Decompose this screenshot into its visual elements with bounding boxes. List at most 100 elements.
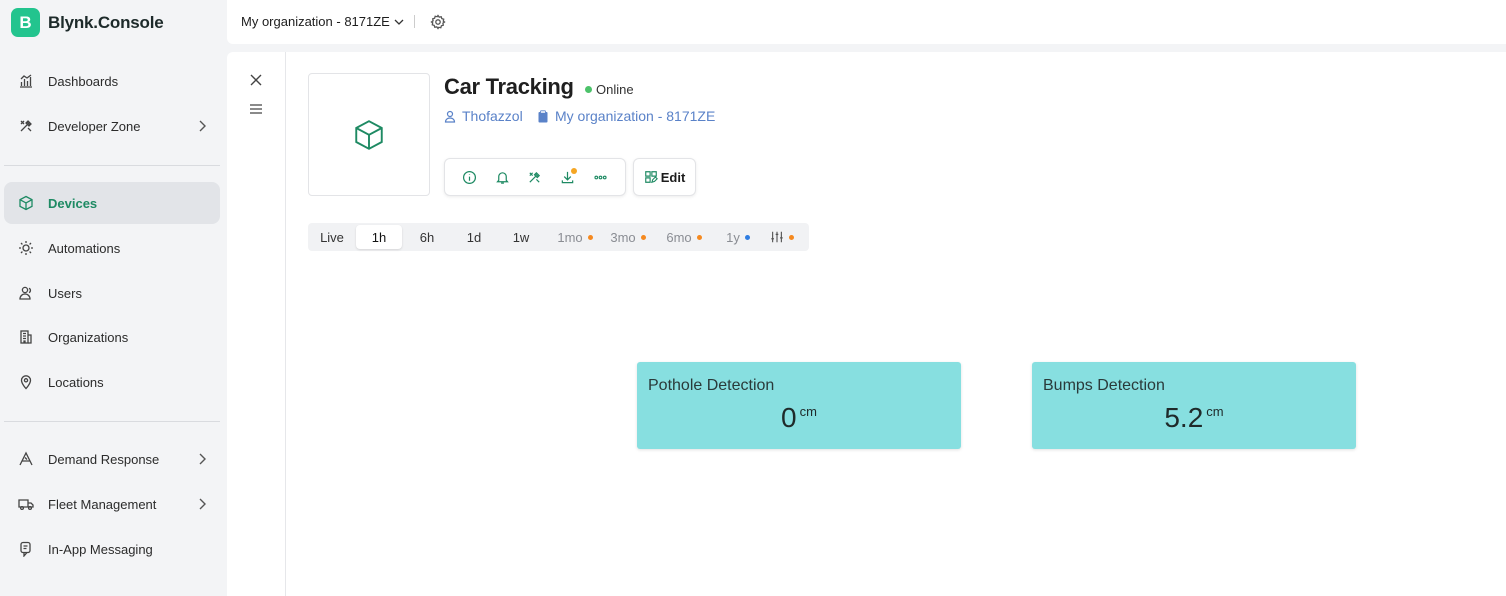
range-1mo[interactable]: 1mo (547, 225, 603, 249)
sidebar-item-users[interactable]: Users (4, 272, 220, 314)
sidebar-item-label: Developer Zone (48, 118, 141, 134)
time-range-selector: Live 1h 6h 1d 1w 1mo 3mo 6mo 1y (308, 223, 809, 251)
bar-chart-icon (18, 73, 34, 89)
sidebar-item-label: Organizations (48, 329, 129, 345)
app-logo[interactable]: B Blynk.Console (11, 8, 164, 37)
range-label: 3mo (610, 229, 636, 245)
sidebar-item-demand-response[interactable]: Demand Response (4, 438, 220, 480)
widget-value: 0 (781, 402, 797, 433)
range-custom[interactable] (764, 225, 800, 249)
user-icon (444, 110, 456, 123)
close-icon[interactable] (248, 72, 264, 88)
notification-dot (570, 168, 577, 174)
widget-value: 5.2 (1164, 402, 1204, 433)
cube-icon (18, 195, 34, 211)
sidebar-item-label: Devices (48, 195, 98, 211)
premium-dot (789, 234, 794, 240)
organization-name: My organization - 8171ZE (241, 14, 390, 29)
sidebar-item-devices[interactable]: Devices (4, 182, 220, 224)
sidebar-item-automations[interactable]: Automations (4, 227, 220, 269)
sidebar-item-dashboards[interactable]: Dashboards (4, 60, 220, 102)
device-action-toolbar (444, 158, 626, 196)
building-icon (18, 329, 34, 345)
sidebar-divider (4, 421, 220, 422)
chevron-right-icon (194, 496, 210, 512)
sidebar-item-label: Dashboards (48, 73, 119, 89)
app-title: Blynk.Console (48, 12, 164, 32)
premium-dot (696, 234, 702, 240)
device-owner: Thofazzol (462, 108, 523, 124)
menu-icon[interactable] (248, 101, 264, 117)
range-6mo[interactable]: 6mo (661, 225, 707, 249)
signal-icon (18, 451, 34, 467)
widget-value-display: 0 cm (637, 402, 961, 434)
sidebar-item-label: In-App Messaging (48, 541, 153, 557)
widget-unit: cm (799, 404, 817, 419)
sidebar-item-label: Fleet Management (48, 496, 157, 512)
sidebar-item-fleet-management[interactable]: Fleet Management (4, 483, 220, 525)
sidebar-item-label: Users (48, 285, 82, 301)
status-dot (585, 86, 592, 93)
sidebar-item-label: Demand Response (48, 451, 160, 467)
range-label: 1w (512, 229, 530, 245)
chevron-right-icon (194, 451, 210, 467)
premium-dot (587, 234, 593, 240)
status-badge: Online (585, 82, 634, 97)
range-1w[interactable]: 1w (499, 225, 543, 249)
main-content: Car Tracking Online Thofazzol My organiz… (227, 52, 1506, 596)
range-live[interactable]: Live (312, 225, 352, 249)
clipboard-icon (538, 109, 548, 122)
premium-dot (640, 234, 646, 240)
widget-unit: cm (1206, 404, 1224, 419)
users-icon (18, 285, 34, 301)
download-icon[interactable] (558, 167, 578, 187)
sidebar-item-label: Automations (48, 240, 121, 256)
cube-icon (355, 119, 383, 150)
sidebar-divider (4, 165, 220, 166)
logo-mark: B (11, 8, 40, 37)
range-3mo[interactable]: 3mo (605, 225, 651, 249)
panel-divider (285, 52, 286, 596)
device-title: Car Tracking (444, 74, 574, 99)
bell-icon[interactable] (492, 167, 512, 187)
sliders-icon (771, 231, 783, 243)
range-label: 1h (371, 229, 387, 245)
range-label: 6h (419, 229, 435, 245)
edit-label: Edit (660, 169, 686, 185)
device-image (308, 73, 430, 196)
sidebar-item-locations[interactable]: Locations (4, 361, 220, 403)
range-label: Live (320, 229, 344, 245)
organization-selector[interactable]: My organization - 8171ZE (241, 14, 405, 29)
chevron-right-icon (194, 118, 210, 134)
pothole-detection-widget: Pothole Detection 0 cm (637, 362, 961, 449)
edit-button[interactable]: Edit (633, 158, 696, 196)
range-label: 1d (466, 229, 482, 245)
sidebar-item-developer-zone[interactable]: Developer Zone (4, 105, 220, 147)
range-label: 1mo (557, 229, 583, 245)
map-pin-icon (18, 374, 34, 390)
sidebar-item-organizations[interactable]: Organizations (4, 316, 220, 358)
range-6h[interactable]: 6h (405, 225, 449, 249)
device-organization-link[interactable]: My organization - 8171ZE (537, 108, 715, 124)
range-1d[interactable]: 1d (452, 225, 496, 249)
widget-title: Pothole Detection (648, 377, 775, 394)
tools-icon[interactable] (525, 167, 545, 187)
chevron-down-icon (394, 19, 404, 25)
range-label: 6mo (666, 229, 692, 245)
more-icon[interactable] (591, 167, 611, 187)
info-icon[interactable] (459, 167, 479, 187)
top-bar: My organization - 8171ZE (227, 0, 1506, 44)
device-owner-link[interactable]: Thofazzol (444, 108, 523, 124)
range-1y[interactable]: 1y (718, 225, 758, 249)
range-label: 1y (726, 229, 740, 245)
sun-gear-icon (18, 240, 34, 256)
sidebar-item-label: Locations (48, 374, 104, 390)
gear-icon[interactable] (430, 14, 446, 30)
tools-icon (18, 118, 34, 134)
status-text: Online (596, 82, 634, 97)
range-1h[interactable]: 1h (356, 225, 402, 249)
premium-dot (744, 234, 750, 240)
separator (414, 15, 415, 28)
sidebar-item-in-app-messaging[interactable]: In-App Messaging (4, 528, 220, 570)
sidebar: B Blynk.Console Dashboards Developer Zon… (0, 0, 227, 596)
